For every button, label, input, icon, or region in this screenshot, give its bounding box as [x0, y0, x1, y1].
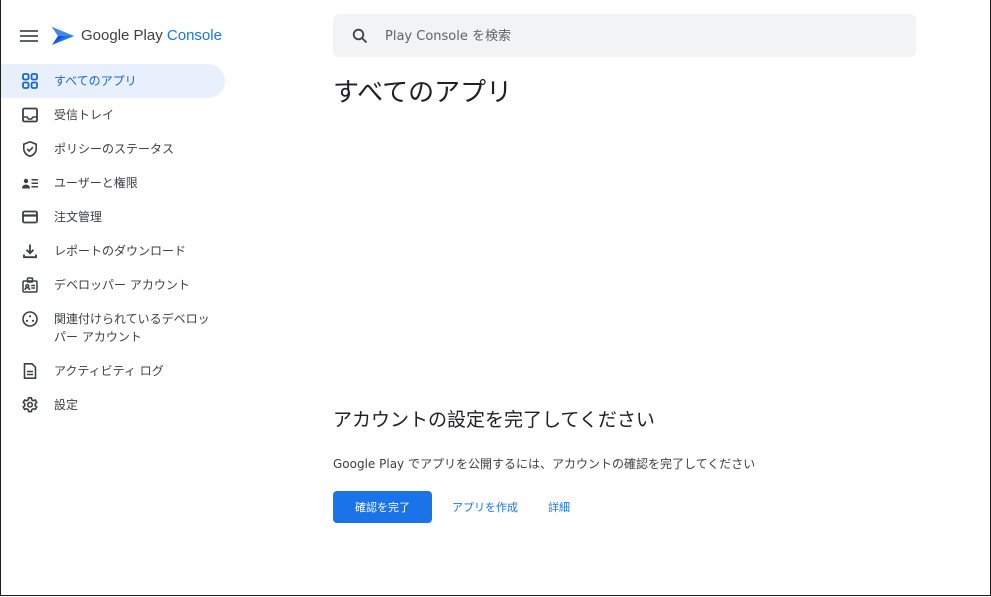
- sidebar-item-label: ポリシーのステータス: [54, 142, 175, 156]
- sidebar-item-label: 関連付けられているデベロッパー アカウント: [54, 312, 210, 344]
- linked-accounts-icon: [21, 310, 39, 328]
- sidebar-item-policy-status[interactable]: ポリシーのステータス: [1, 132, 225, 166]
- sidebar-item-order-management[interactable]: 注文管理: [1, 200, 225, 234]
- sidebar: Google Play Console すべてのアプリ 受信トレイ ポリシーのス…: [1, 0, 241, 595]
- gear-icon: [21, 396, 39, 414]
- sidebar-nav: すべてのアプリ 受信トレイ ポリシーのステータス ユーザーと権限 注文管理 レポ…: [1, 64, 241, 422]
- search-icon: [351, 27, 369, 45]
- sidebar-item-label: 注文管理: [54, 210, 103, 224]
- search-bar[interactable]: [333, 14, 916, 57]
- sidebar-item-label: 受信トレイ: [54, 108, 115, 122]
- sidebar-item-label: アクティビティ ログ: [54, 364, 164, 378]
- shield-check-icon: [21, 140, 39, 158]
- sidebar-item-label: すべてのアプリ: [54, 74, 137, 88]
- sidebar-item-inbox[interactable]: 受信トレイ: [1, 98, 225, 132]
- search-input[interactable]: [385, 25, 885, 47]
- sidebar-item-label: ユーザーと権限: [54, 176, 138, 190]
- brand-header: Google Play Console: [1, 18, 241, 58]
- credit-card-icon: [21, 208, 39, 226]
- setup-title: アカウントの設定を完了してください: [333, 409, 655, 431]
- brand-name-accent: Console: [166, 27, 222, 44]
- sidebar-item-label: レポートのダウンロード: [54, 244, 187, 258]
- sidebar-item-all-apps[interactable]: すべてのアプリ: [1, 64, 225, 98]
- page-title: すべてのアプリ: [333, 78, 513, 108]
- hamburger-menu-icon[interactable]: [17, 24, 41, 48]
- document-log-icon: [21, 362, 39, 380]
- sidebar-item-users-permissions[interactable]: ユーザーと権限: [1, 166, 225, 200]
- sidebar-item-label: 設定: [54, 398, 79, 412]
- sidebar-item-linked-developer-accounts[interactable]: 関連付けられているデベロッパー アカウント: [1, 302, 225, 354]
- inbox-icon: [21, 106, 39, 124]
- brand-name-prefix: Google Play: [81, 27, 167, 44]
- details-link[interactable]: 詳細: [544, 491, 574, 523]
- play-console-logo-icon[interactable]: [50, 24, 76, 48]
- developer-badge-icon: [21, 276, 39, 294]
- sidebar-item-activity-log[interactable]: アクティビティ ログ: [1, 354, 225, 388]
- brand-name[interactable]: Google Play Console: [81, 26, 222, 46]
- apps-grid-icon: [21, 72, 39, 90]
- complete-verification-button[interactable]: 確認を完了: [333, 491, 432, 523]
- download-icon: [21, 242, 39, 260]
- sidebar-item-download-reports[interactable]: レポートのダウンロード: [1, 234, 225, 268]
- sidebar-item-developer-account[interactable]: デベロッパー アカウント: [1, 268, 225, 302]
- users-permissions-icon: [21, 174, 39, 192]
- setup-description: Google Play でアプリを公開するには、アカウントの確認を完了してくださ…: [333, 457, 756, 471]
- sidebar-item-label: デベロッパー アカウント: [54, 278, 190, 292]
- sidebar-item-settings[interactable]: 設定: [1, 388, 225, 422]
- app-window: Google Play Console すべてのアプリ 受信トレイ ポリシーのス…: [0, 0, 991, 596]
- setup-actions: 確認を完了 アプリを作成 詳細: [333, 491, 574, 523]
- create-app-link[interactable]: アプリを作成: [448, 491, 522, 523]
